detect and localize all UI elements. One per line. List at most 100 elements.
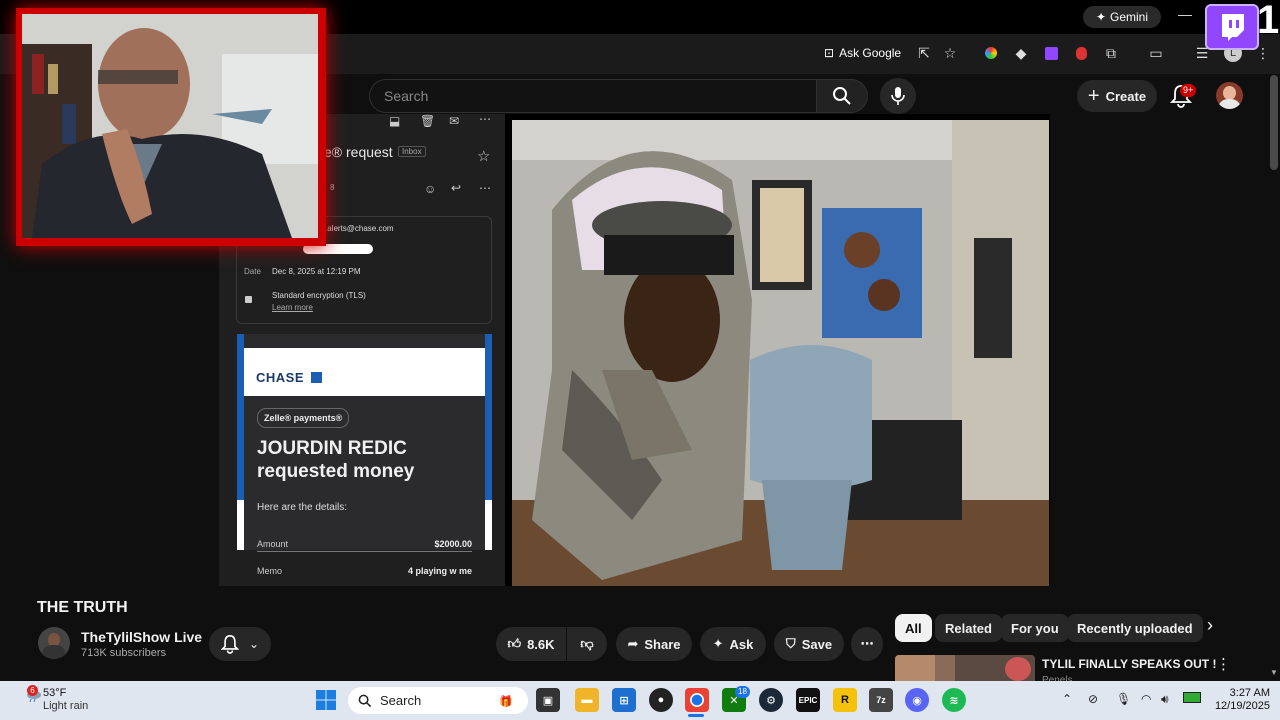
extension-diamond-icon[interactable]: ◆: [1011, 43, 1031, 63]
bookmark-star-icon[interactable]: ☆: [940, 43, 960, 63]
dislike-button[interactable]: 👎︎: [567, 627, 607, 661]
ask-google-label: Ask Google: [839, 46, 902, 60]
twitch-overlay: 1: [1205, 0, 1280, 50]
7zip-icon[interactable]: 7z: [869, 688, 893, 712]
weather-description: Light rain: [43, 700, 89, 712]
search-button[interactable]: [816, 79, 868, 113]
save-label: Save: [801, 636, 833, 652]
search-input[interactable]: Search: [369, 79, 816, 113]
memo-value: 4 playing w me: [407, 566, 472, 576]
more-icon: ⋯: [479, 112, 491, 126]
card-edge-right: [485, 500, 492, 550]
create-label: Create: [1105, 88, 1147, 104]
inbox-label: Inbox: [398, 146, 426, 157]
extension-color-icon[interactable]: [981, 43, 1001, 63]
share-label: Share: [644, 636, 681, 652]
minimize-window-button[interactable]: —: [1176, 6, 1194, 26]
rockstar-icon[interactable]: R: [833, 688, 857, 712]
ask-button[interactable]: ✦ Ask: [700, 627, 766, 661]
reply-icon: ↩: [451, 181, 462, 195]
chip-related[interactable]: Related: [935, 614, 1002, 642]
network-off-icon[interactable]: ⊘: [1088, 692, 1098, 706]
share-button[interactable]: ➦ Share: [616, 627, 692, 661]
extensions-puzzle-icon[interactable]: ⧉: [1101, 43, 1121, 63]
install-app-icon[interactable]: ⇱: [914, 43, 934, 63]
more-vert-icon[interactable]: ⋮: [1216, 655, 1231, 673]
task-view-icon[interactable]: ▣: [536, 688, 560, 712]
search-icon: [833, 87, 851, 105]
zelle-tag: Zelle® payments®: [257, 408, 350, 428]
chase-octagon-icon: [311, 372, 323, 383]
chip-all[interactable]: All: [895, 614, 932, 642]
create-button[interactable]: + Create: [1077, 80, 1157, 112]
gemini-label: Gemini: [1110, 10, 1149, 24]
microphone-icon[interactable]: 🎙︎: [1116, 692, 1131, 706]
clock-time[interactable]: 3:27 AM: [1224, 687, 1270, 699]
discord-icon[interactable]: ◉: [905, 688, 929, 712]
subscription-bell-button[interactable]: ⌄: [209, 627, 271, 661]
date-label: Date: [244, 267, 261, 276]
like-button[interactable]: 👍︎ 8.6K: [496, 627, 566, 661]
recommended-title[interactable]: TYLIL FINALLY SPEAKS OUT !: [1042, 657, 1216, 671]
file-explorer-icon[interactable]: ▬: [575, 688, 599, 712]
bookmark-icon: ⛉: [785, 636, 796, 651]
search-placeholder: Search: [384, 88, 429, 104]
battery-icon[interactable]: [1183, 692, 1201, 706]
chevron-down-icon: ⌄: [248, 637, 260, 651]
like-count: 8.6K: [527, 636, 555, 652]
overlay-number: 1: [1257, 0, 1280, 42]
amount-label: Amount: [257, 539, 289, 549]
start-button[interactable]: [314, 688, 338, 712]
page-scrollbar[interactable]: [1270, 75, 1278, 170]
search-highlight-gifts-icon[interactable]: 🎁: [488, 689, 524, 713]
twitch-logo-icon: [1205, 4, 1259, 50]
thumbs-down-icon: 👎︎: [580, 636, 594, 651]
extension-red-icon[interactable]: [1071, 43, 1091, 63]
epic-games-icon[interactable]: EPIC: [796, 688, 820, 712]
chip-for-you[interactable]: For you: [1001, 614, 1069, 642]
volume-icon[interactable]: 🔊︎: [1161, 692, 1169, 707]
notification-badge: 9+: [1180, 84, 1197, 97]
star-icon: ☆: [477, 148, 491, 165]
chevron-up-icon[interactable]: ⌃: [1062, 692, 1072, 706]
steam-icon[interactable]: ⚙: [759, 688, 783, 712]
microsoft-store-icon[interactable]: ⊞: [612, 688, 636, 712]
gemini-button[interactable]: ✦ Gemini: [1083, 6, 1161, 28]
archive-icon: ⬓: [389, 114, 401, 128]
subscriber-count: 713K subscribers: [81, 647, 166, 659]
split-view-icon[interactable]: ▭: [1146, 43, 1166, 63]
learn-more-link: Learn more: [272, 303, 313, 312]
ask-label: Ask: [729, 636, 754, 652]
channel-name[interactable]: TheTylilShow Live: [81, 629, 202, 645]
chevron-right-icon[interactable]: ›: [1200, 615, 1220, 641]
channel-avatar[interactable]: [38, 627, 70, 659]
weather-alert-badge: 6: [27, 685, 38, 696]
spotify-icon[interactable]: ≋: [942, 688, 966, 712]
save-button[interactable]: ⛉ Save: [774, 627, 844, 661]
extension-twitch-icon[interactable]: [1041, 43, 1061, 63]
xbox-badge: 18: [735, 686, 750, 698]
recommended-thumbnail[interactable]: [895, 655, 1035, 681]
more-actions-button[interactable]: ⋯: [851, 627, 883, 661]
obs-icon[interactable]: ●: [649, 688, 673, 712]
account-avatar[interactable]: [1216, 82, 1243, 109]
wifi-icon[interactable]: ◠: [1141, 692, 1151, 706]
search-icon: [358, 694, 372, 707]
date-value: Dec 8, 2025 at 12:19 PM: [272, 267, 361, 276]
lens-icon: ⊡: [824, 46, 835, 60]
thumbs-up-icon: 👍︎: [507, 636, 522, 651]
microphone-icon: [891, 87, 905, 105]
email-subject: e® request: [324, 144, 393, 160]
scroll-down-arrow-icon[interactable]: ▼: [1270, 668, 1278, 677]
chip-recently-uploaded[interactable]: Recently uploaded: [1067, 614, 1203, 642]
sparkle-icon: ✦: [1095, 10, 1107, 24]
ask-google-button[interactable]: ⊡ Ask Google: [818, 41, 912, 65]
delete-icon: 🗑: [420, 114, 436, 128]
chrome-icon[interactable]: [685, 688, 709, 712]
more-icon: ⋯: [860, 636, 874, 651]
plus-icon: +: [1087, 84, 1100, 107]
streamer-webcam: [512, 120, 1049, 586]
clock-date[interactable]: 12/19/2025: [1210, 700, 1270, 712]
requested-money-text: requested money: [257, 461, 415, 482]
voice-search-button[interactable]: [880, 78, 916, 114]
